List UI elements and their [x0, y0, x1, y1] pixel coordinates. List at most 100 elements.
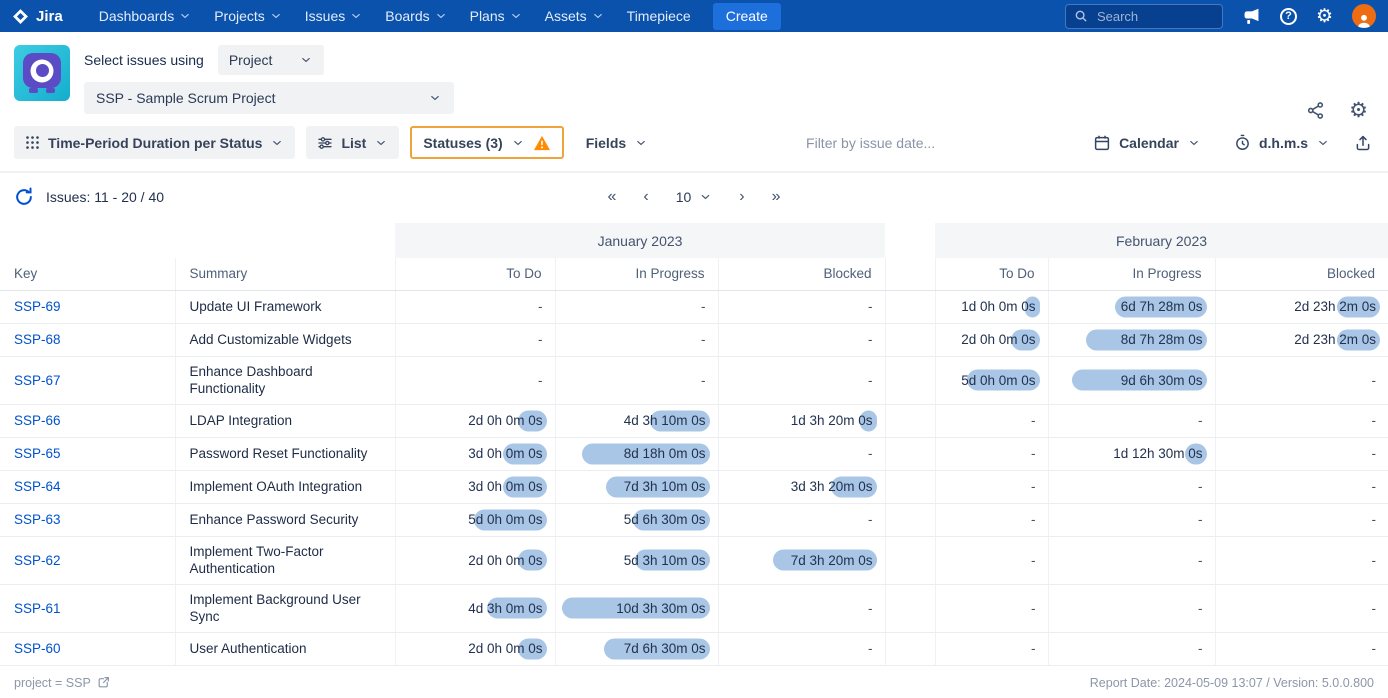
calendar-button[interactable]: Calendar	[1082, 126, 1212, 159]
nav-item-timepiece[interactable]: Timepiece	[627, 8, 691, 24]
issue-key-link[interactable]: SSP-68	[14, 332, 61, 347]
nav-item-projects[interactable]: Projects	[214, 8, 283, 24]
status-column-header-todo: To Do	[935, 258, 1048, 290]
issue-source-dropdown[interactable]: Project	[218, 45, 324, 75]
duration-cell: -	[395, 290, 555, 323]
issue-key-link[interactable]: SSP-64	[14, 479, 61, 494]
duration-cell: 2d 0h 0m 0s	[935, 323, 1048, 356]
issue-summary: Add Customizable Widgets	[175, 323, 395, 356]
status-column-header-blocked: Blocked	[718, 258, 885, 290]
nav-item-assets[interactable]: Assets	[545, 8, 605, 24]
duration-value: 3d 3h 20m 0s	[791, 479, 873, 494]
duration-cell: 8d 18h 0m 0s	[555, 437, 718, 470]
report-header: Select issues using Project SSP - Sample…	[0, 32, 1388, 124]
global-search[interactable]	[1065, 4, 1223, 29]
chevron-down-icon	[269, 9, 283, 23]
duration-cell: 3d 3h 20m 0s	[718, 470, 885, 503]
duration-cell: -	[935, 632, 1048, 665]
refresh-icon	[14, 187, 34, 207]
first-page-button[interactable]: «	[607, 189, 616, 205]
issue-key-link[interactable]: SSP-65	[14, 446, 61, 461]
filter-query-link[interactable]: project = SSP	[14, 676, 110, 690]
duration-value: 10d 3h 30m 0s	[616, 601, 705, 616]
last-page-button[interactable]: »	[772, 189, 781, 205]
key-column-header: Key	[0, 258, 175, 290]
issue-key-cell: SSP-60	[0, 632, 175, 665]
statuses-filter-button[interactable]: Statuses (3)	[410, 126, 563, 159]
duration-cell: 7d 6h 30m 0s	[555, 632, 718, 665]
duration-value: -	[868, 332, 873, 347]
refresh-button[interactable]	[14, 187, 34, 207]
issue-summary: Implement Two-Factor Authentication	[175, 536, 395, 584]
nav-item-label: Assets	[545, 8, 587, 24]
calendar-icon	[1093, 134, 1111, 152]
duration-value: 8d 18h 0m 0s	[624, 446, 706, 461]
duration-cell: -	[718, 290, 885, 323]
issues-table-body: SSP-69Update UI Framework---1d 0h 0m 0s6…	[0, 290, 1388, 665]
prev-page-button[interactable]: ‹	[643, 189, 648, 205]
next-page-button[interactable]: ›	[739, 189, 744, 205]
export-button[interactable]	[1352, 132, 1374, 154]
report-settings-button[interactable]	[1349, 100, 1368, 121]
issue-key-link[interactable]: SSP-62	[14, 553, 61, 568]
project-dropdown[interactable]: SSP - Sample Scrum Project	[84, 82, 454, 114]
page-size-dropdown[interactable]: 10	[676, 189, 713, 205]
table-row: SSP-60User Authentication2d 0h 0m 0s7d 6…	[0, 632, 1388, 665]
issue-key-link[interactable]: SSP-67	[14, 373, 61, 388]
duration-cell: -	[935, 470, 1048, 503]
table-row: SSP-61Implement Background User Sync4d 3…	[0, 584, 1388, 632]
issue-key-cell: SSP-64	[0, 470, 175, 503]
duration-value: 5d 0h 0m 0s	[961, 373, 1035, 388]
issue-key-cell: SSP-68	[0, 323, 175, 356]
fields-button[interactable]: Fields	[575, 126, 659, 159]
duration-cell: -	[935, 536, 1048, 584]
duration-value: 7d 3h 20m 0s	[791, 553, 873, 568]
warning-icon	[533, 135, 551, 151]
duration-value: 1d 3h 20m 0s	[791, 413, 873, 428]
duration-format-button[interactable]: d.h.m.s	[1223, 126, 1341, 159]
duration-value: 3d 0h 0m 0s	[468, 479, 542, 494]
nav-item-plans[interactable]: Plans	[470, 8, 523, 24]
issue-key-link[interactable]: SSP-66	[14, 413, 61, 428]
settings-button[interactable]	[1316, 7, 1333, 26]
month-header-row: January 2023 February 2023	[0, 223, 1388, 258]
duration-value: 1d 0h 0m 0s	[961, 299, 1035, 314]
issue-key-link[interactable]: SSP-61	[14, 601, 61, 616]
duration-cell: 8d 7h 28m 0s	[1048, 323, 1215, 356]
jira-logo[interactable]: Jira	[12, 8, 63, 25]
stopwatch-icon	[1234, 134, 1251, 151]
issue-key-link[interactable]: SSP-60	[14, 641, 61, 656]
duration-value: -	[1031, 553, 1036, 568]
duration-value: -	[701, 299, 706, 314]
duration-cell: -	[1048, 632, 1215, 665]
nav-item-dashboards[interactable]: Dashboards	[99, 8, 193, 24]
duration-cell: -	[1048, 404, 1215, 437]
duration-cell: 5d 6h 30m 0s	[555, 503, 718, 536]
create-button[interactable]: Create	[713, 3, 781, 30]
table-row: SSP-67Enhance Dashboard Functionality---…	[0, 356, 1388, 404]
chevron-down-icon	[178, 9, 192, 23]
report-type-button[interactable]: Time-Period Duration per Status	[14, 126, 295, 159]
duration-value: -	[1372, 512, 1377, 527]
nav-item-label: Projects	[214, 8, 265, 24]
duration-value: -	[1031, 479, 1036, 494]
status-column-header-inprogress: In Progress	[555, 258, 718, 290]
announcements-button[interactable]	[1242, 8, 1261, 25]
duration-cell: 2d 0h 0m 0s	[395, 536, 555, 584]
statuses-label: Statuses (3)	[423, 135, 502, 151]
help-icon: ?	[1280, 8, 1297, 25]
duration-value: -	[868, 299, 873, 314]
share-button[interactable]	[1306, 101, 1325, 120]
search-input[interactable]	[1095, 8, 1214, 25]
help-button[interactable]: ?	[1280, 8, 1297, 25]
issue-key-link[interactable]: SSP-69	[14, 299, 61, 314]
issue-key-link[interactable]: SSP-63	[14, 512, 61, 527]
duration-cell: -	[1215, 404, 1388, 437]
nav-item-issues[interactable]: Issues	[305, 8, 363, 24]
view-mode-button[interactable]: List	[306, 126, 399, 159]
user-avatar[interactable]	[1352, 4, 1376, 28]
duration-value: -	[1372, 413, 1377, 428]
nav-item-boards[interactable]: Boards	[385, 8, 447, 24]
issue-date-filter-input[interactable]	[670, 134, 1071, 152]
duration-cell: 2d 0h 0m 0s	[395, 632, 555, 665]
